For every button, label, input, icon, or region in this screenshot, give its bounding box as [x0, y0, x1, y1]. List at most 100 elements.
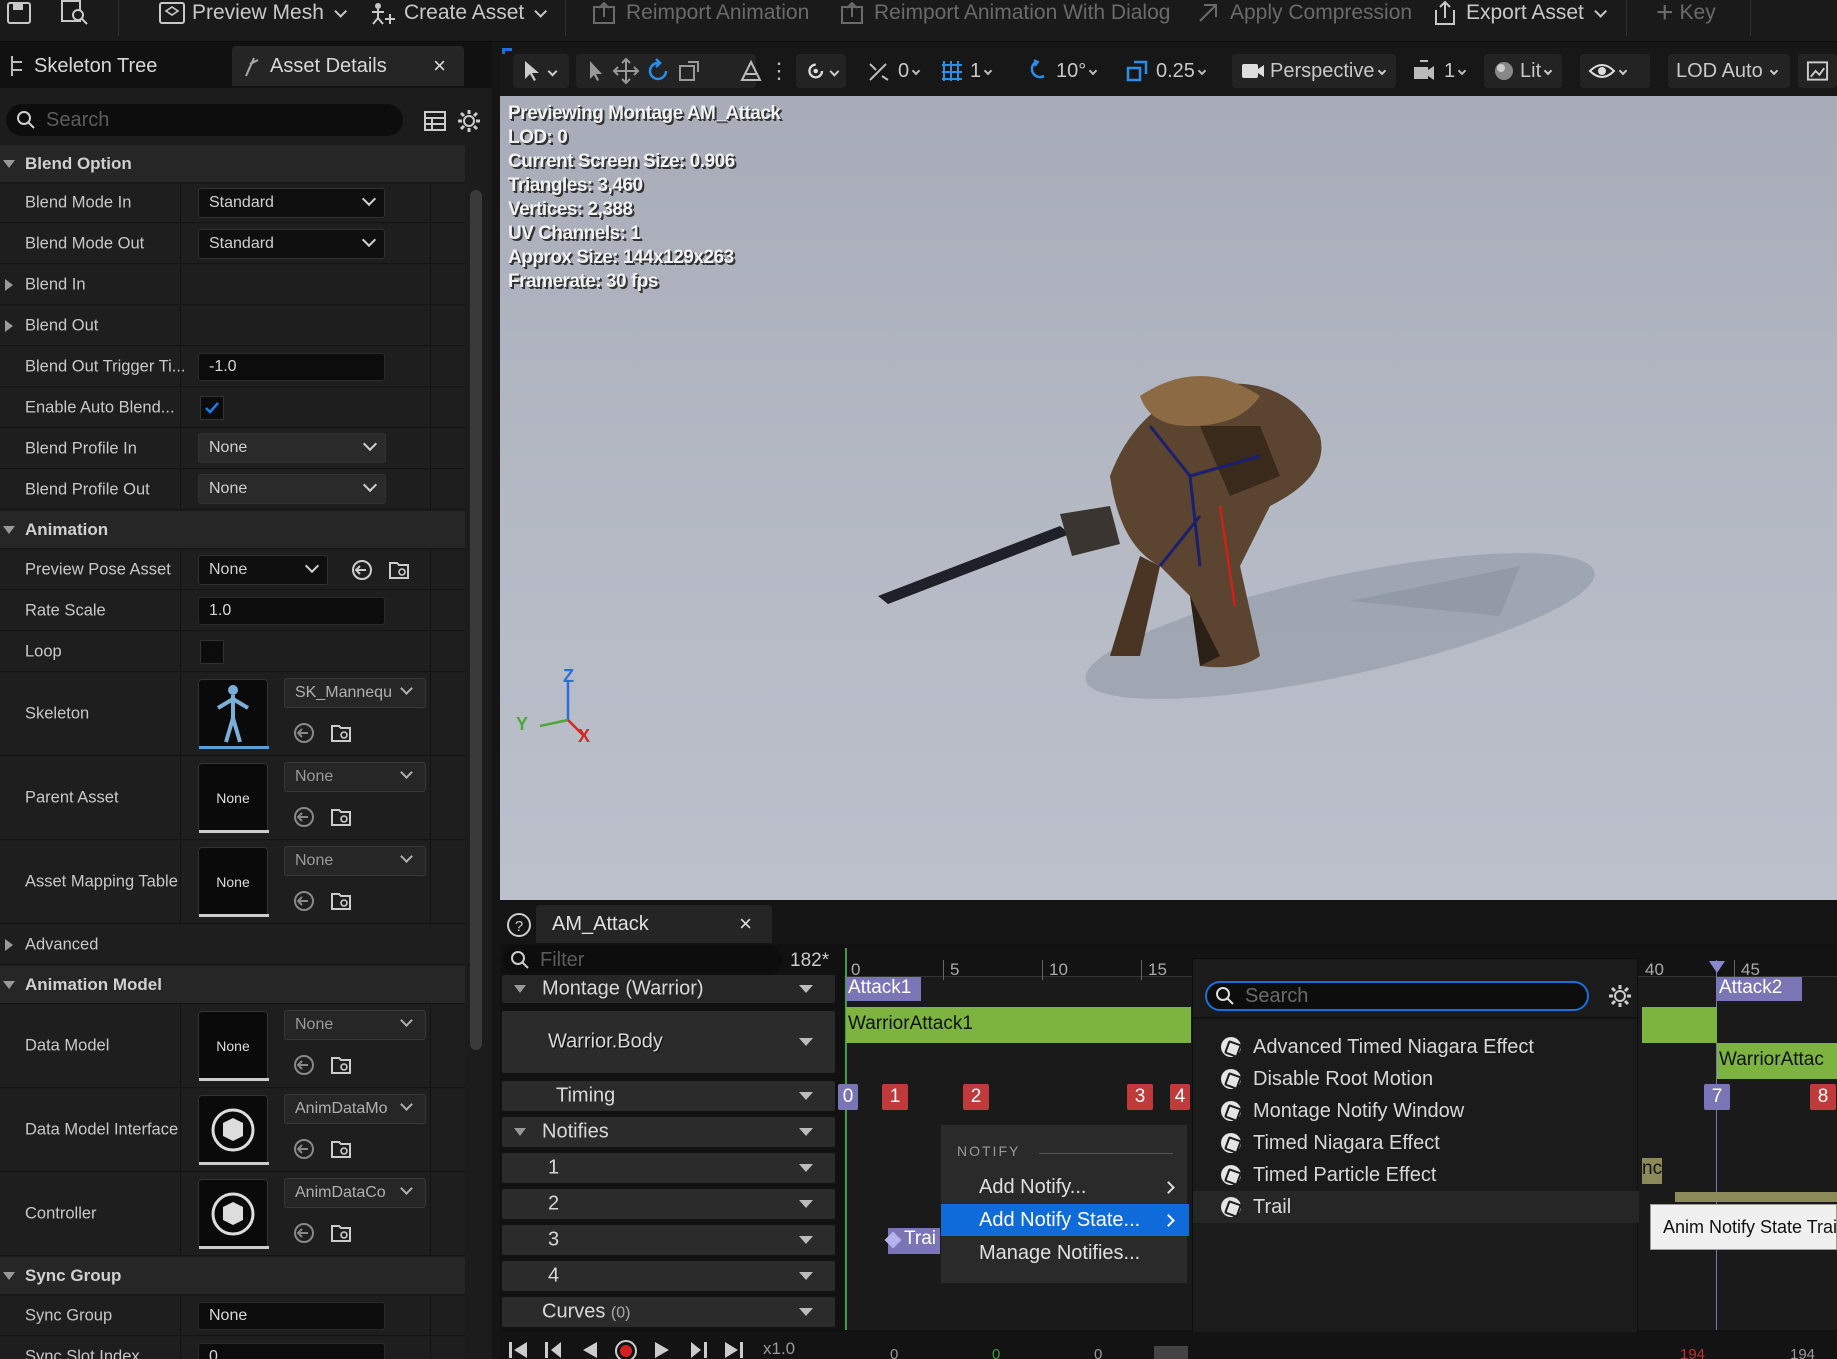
skip-to-end-icon[interactable] [721, 1338, 747, 1359]
track-warrior-body[interactable]: Warrior.Body [502, 1011, 835, 1073]
reimport-with-dialog-button[interactable]: Reimport Animation With Dialog [840, 0, 1170, 26]
track-curves[interactable]: Curves (0) [502, 1297, 835, 1327]
create-asset-button[interactable]: Create Asset [370, 0, 548, 26]
asset-mapping-dropdown[interactable]: None [284, 846, 426, 876]
key-button[interactable]: + Key [1656, 0, 1716, 28]
perspective-button[interactable]: Perspective [1232, 54, 1396, 88]
track-notify-1[interactable]: 1 [502, 1153, 835, 1183]
menu-item-manage-notifies[interactable]: Manage Notifies... [941, 1237, 1189, 1269]
blend-out-trigger-input[interactable]: -1.0 [198, 353, 385, 381]
apply-compression-button[interactable]: Apply Compression [1196, 0, 1412, 26]
timing-marker[interactable]: 2 [963, 1084, 989, 1110]
tab-skeleton-tree[interactable]: Skeleton Tree [0, 46, 228, 86]
table-view-icon[interactable] [423, 109, 447, 133]
section-sync-group[interactable]: Sync Group [0, 1257, 465, 1295]
world-local-button[interactable] [796, 54, 846, 88]
scale-icon[interactable] [676, 58, 702, 84]
submenu-item-timed-particle[interactable]: Timed Particle Effect [1193, 1159, 1639, 1191]
property-blend-in[interactable]: Blend In [0, 265, 465, 305]
track-montage[interactable]: Montage (Warrior) [502, 975, 835, 1003]
record-icon[interactable] [613, 1338, 639, 1359]
browse-asset-icon[interactable] [330, 805, 354, 829]
section-animation[interactable]: Animation [0, 511, 465, 549]
play-reverse-icon[interactable] [577, 1338, 603, 1359]
timing-marker[interactable]: 0 [838, 1084, 858, 1110]
submenu-search-input[interactable]: Search [1205, 981, 1589, 1011]
blend-profile-out-dropdown[interactable]: None [198, 474, 386, 504]
submenu-item-disable-root-motion[interactable]: Disable Root Motion [1193, 1063, 1639, 1095]
blend-mode-out-dropdown[interactable]: Standard [198, 229, 385, 259]
segment-warrior-attack2[interactable]: WarriorAttac [1717, 1043, 1837, 1079]
track-notifies[interactable]: Notifies [502, 1117, 835, 1147]
timing-marker[interactable]: 3 [1127, 1084, 1153, 1110]
filter-input[interactable]: Filter [502, 945, 782, 975]
viewport[interactable]: Previewing Montage AM_Attack LOD: 0 Curr… [500, 96, 1837, 900]
controller-thumbnail[interactable] [198, 1179, 269, 1249]
data-model-interface-thumbnail[interactable] [198, 1095, 269, 1165]
timing-marker[interactable]: 4 [1170, 1084, 1190, 1110]
parent-asset-dropdown[interactable]: None [284, 762, 426, 792]
tab-am-attack[interactable]: AM_Attack × [536, 905, 772, 943]
notify-bar-partial[interactable] [1675, 1192, 1837, 1202]
skeleton-thumbnail[interactable] [198, 679, 269, 749]
data-model-interface-dropdown[interactable]: AnimDataMo [284, 1094, 426, 1124]
step-back-icon[interactable] [541, 1338, 567, 1359]
select-mode-button[interactable] [513, 54, 569, 88]
loop-checkbox[interactable] [200, 640, 224, 664]
controller-dropdown[interactable]: AnimDataCo [284, 1178, 426, 1208]
browse-asset-icon[interactable] [388, 558, 412, 582]
reimport-animation-button[interactable]: Reimport Animation [592, 0, 809, 26]
browse-icon[interactable] [60, 0, 90, 26]
grid-snap-button[interactable]: 1 [932, 54, 999, 88]
section-blend-option[interactable]: Blend Option [0, 145, 465, 183]
browse-asset-icon[interactable] [330, 889, 354, 913]
preview-pose-asset-dropdown[interactable]: None [198, 555, 328, 585]
playback-rate[interactable]: x1.0 [763, 1339, 795, 1359]
data-model-dropdown[interactable]: None [284, 1010, 426, 1040]
tab-asset-details[interactable]: Asset Details × [232, 46, 464, 86]
submenu-item-trail[interactable]: Trail [1193, 1191, 1639, 1223]
enable-auto-blend-checkbox[interactable] [200, 396, 224, 420]
browse-asset-icon[interactable] [330, 721, 354, 745]
section-marker-icon[interactable] [1709, 961, 1725, 973]
details-search-input[interactable]: Search [6, 104, 403, 136]
browse-asset-icon[interactable] [330, 1053, 354, 1077]
section-attack2[interactable]: Attack2 [1717, 977, 1802, 1001]
step-forward-icon[interactable] [685, 1338, 711, 1359]
help-icon[interactable]: ? [506, 912, 532, 938]
select-arrow-icon[interactable] [584, 59, 608, 83]
data-model-thumbnail[interactable]: None [198, 1011, 269, 1081]
more-icon[interactable]: ⋮ [768, 58, 790, 84]
property-blend-out[interactable]: Blend Out [0, 306, 465, 346]
asset-mapping-thumbnail[interactable]: None [198, 847, 269, 917]
segment-warrior-attack1-tail[interactable] [1642, 1007, 1717, 1043]
translate-snap-button[interactable]: 0 [858, 54, 927, 88]
section-animation-model[interactable]: Animation Model [0, 966, 465, 1004]
range-scrollbar[interactable] [1154, 1346, 1188, 1359]
parent-asset-thumbnail[interactable]: None [198, 763, 269, 833]
submenu-item-montage-notify-window[interactable]: Montage Notify Window [1193, 1095, 1639, 1127]
segment-warrior-attack1[interactable]: WarriorAttack1 [846, 1007, 1191, 1043]
save-icon[interactable] [6, 0, 32, 26]
sync-slot-index-input[interactable]: 0 [198, 1343, 385, 1359]
track-notify-2[interactable]: 2 [502, 1189, 835, 1219]
timing-marker[interactable]: 1 [882, 1084, 908, 1110]
skip-to-start-icon[interactable] [505, 1338, 531, 1359]
show-flags-button[interactable] [1580, 54, 1650, 88]
section-attack1[interactable]: Attack1 [846, 977, 921, 1001]
details-scrollbar[interactable] [470, 190, 482, 1050]
viewport-layout-button[interactable] [1798, 54, 1837, 88]
use-selected-icon[interactable] [292, 889, 316, 913]
surface-snap-icon[interactable] [738, 58, 764, 84]
skeleton-dropdown[interactable]: SK_Mannequ [284, 678, 426, 708]
translate-icon[interactable] [612, 57, 640, 85]
sync-group-input[interactable]: None [198, 1302, 385, 1330]
blend-mode-in-dropdown[interactable]: Standard [198, 188, 385, 218]
play-icon[interactable] [649, 1338, 675, 1359]
submenu-item-timed-niagara[interactable]: Timed Niagara Effect [1193, 1127, 1639, 1159]
lit-button[interactable]: Lit [1484, 54, 1562, 88]
close-icon[interactable]: × [433, 53, 446, 79]
browse-asset-icon[interactable] [330, 1221, 354, 1245]
rate-scale-input[interactable]: 1.0 [198, 597, 385, 625]
menu-item-add-notify[interactable]: Add Notify... [941, 1171, 1189, 1203]
